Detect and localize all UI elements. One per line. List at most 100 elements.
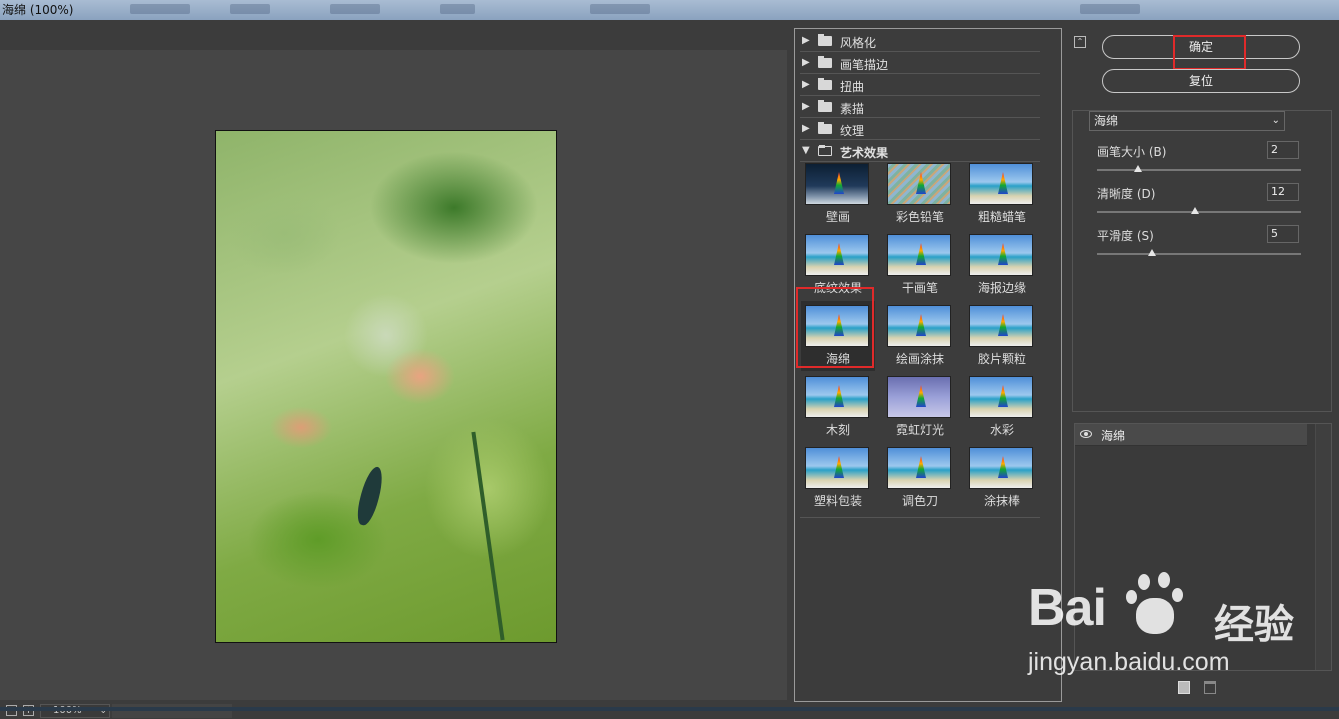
- reset-button-label: 复位: [1188, 74, 1213, 88]
- thumbnail-image: [887, 376, 951, 418]
- menu-blur: [330, 4, 380, 14]
- thumbnail-image: [887, 447, 951, 489]
- folder-icon: [818, 122, 832, 134]
- category-label: 纹理: [840, 124, 865, 138]
- category-label: 风格化: [840, 36, 877, 50]
- filter-thumb-cutout[interactable]: 木刻: [805, 376, 871, 438]
- folder-open-icon: [818, 145, 832, 156]
- thumbnail-image: [969, 234, 1033, 276]
- brush-size-slider[interactable]: [1097, 169, 1301, 171]
- menu-blur: [1080, 4, 1140, 14]
- filter-thumb-plastic-wrap[interactable]: 塑料包装: [805, 447, 871, 509]
- thumbnail-label: 粗糙蜡笔: [977, 210, 1026, 224]
- filter-thumb-fresco[interactable]: 壁画: [805, 163, 871, 225]
- triangle-down-icon: ▼: [802, 145, 810, 156]
- thumbnail-image: [969, 376, 1033, 418]
- category-label: 素描: [840, 102, 865, 116]
- filter-thumb-watercolor[interactable]: 水彩: [969, 376, 1035, 438]
- menu-blur: [130, 4, 190, 14]
- thumbnail-image: [969, 447, 1033, 489]
- triangle-right-icon: ▶: [802, 123, 810, 134]
- thumbnail-label: 调色刀: [901, 494, 938, 508]
- taskbar-strip: [0, 707, 1339, 711]
- category-texture[interactable]: ▶ 纹理: [800, 119, 1040, 140]
- filter-thumb-underpainting[interactable]: 底纹效果: [805, 234, 871, 296]
- category-label: 扭曲: [840, 80, 865, 94]
- settings-panel: ⌃ 确定 复位 海绵 ⌄ 画笔大小 (B) 2 清晰度 (D) 12 平滑度 (…: [1066, 28, 1339, 708]
- thumbnail-label: 彩色铅笔: [895, 210, 944, 224]
- thumbnail-image: [887, 163, 951, 205]
- preview-area[interactable]: [0, 50, 787, 700]
- filter-thumb-rough-pastels[interactable]: 粗糙蜡笔: [969, 163, 1035, 225]
- thumbnail-label: 绘画涂抹: [895, 352, 944, 366]
- category-sketch[interactable]: ▶ 素描: [800, 97, 1040, 118]
- brush-size-slider-handle[interactable]: [1133, 165, 1142, 172]
- thumbnail-image: [887, 305, 951, 347]
- filter-thumb-palette-knife[interactable]: 调色刀: [887, 447, 953, 509]
- eye-icon[interactable]: [1080, 430, 1092, 438]
- definition-value: 12: [1271, 185, 1285, 198]
- new-effect-layer-icon[interactable]: [1178, 681, 1190, 694]
- thumbnail-label: 海报边缘: [977, 281, 1026, 295]
- thumbnail-label: 干画笔: [901, 281, 938, 295]
- thumbnail-image: [969, 305, 1033, 347]
- thumbnail-label: 底纹效果: [813, 281, 862, 295]
- folder-icon: [818, 100, 832, 112]
- collapse-icon[interactable]: ⌃: [1074, 36, 1086, 48]
- folder-icon: [818, 56, 832, 68]
- smoothness-input[interactable]: 5: [1267, 225, 1299, 243]
- chevron-down-icon: ⌄: [1271, 115, 1280, 126]
- definition-slider[interactable]: [1097, 211, 1301, 213]
- thumbnail-label: 塑料包装: [813, 494, 862, 508]
- category-artistic[interactable]: ▼ 艺术效果: [800, 141, 1040, 162]
- filter-thumb-smudge-stick[interactable]: 涂抹棒: [969, 447, 1035, 509]
- preview-image: [215, 130, 557, 643]
- thumbnail-image: [805, 163, 869, 205]
- filter-thumb-neon-glow[interactable]: 霓虹灯光: [887, 376, 953, 438]
- category-label: 画笔描边: [840, 58, 889, 72]
- filter-thumb-film-grain[interactable]: 胶片颗粒: [969, 305, 1035, 367]
- menu-blur: [440, 4, 475, 14]
- filter-thumb-poster-edges[interactable]: 海报边缘: [969, 234, 1035, 296]
- thumbnail-image: [805, 447, 869, 489]
- folder-icon: [818, 34, 832, 46]
- effect-layer-label: 海绵: [1101, 429, 1126, 443]
- filter-list-panel: ▶ 风格化 ▶ 画笔描边 ▶ 扭曲 ▶ 素描 ▶ 纹理 ▼ 艺术效果 壁画 彩色…: [794, 28, 1062, 702]
- triangle-right-icon: ▶: [802, 57, 810, 68]
- smoothness-slider[interactable]: [1097, 253, 1301, 255]
- category-brush-strokes[interactable]: ▶ 画笔描边: [800, 53, 1040, 74]
- thumbnail-image: [805, 376, 869, 418]
- flower-bud: [353, 464, 387, 528]
- definition-slider-handle[interactable]: [1190, 207, 1199, 214]
- effect-layer-row[interactable]: 海绵: [1075, 424, 1307, 446]
- triangle-right-icon: ▶: [802, 35, 810, 46]
- thumbnail-label: 壁画: [825, 210, 850, 224]
- menu-blur: [230, 4, 270, 14]
- reset-button[interactable]: 复位: [1102, 69, 1300, 93]
- folder-icon: [818, 78, 832, 90]
- thumbnail-label: 霓虹灯光: [895, 423, 944, 437]
- definition-input[interactable]: 12: [1267, 183, 1299, 201]
- filter-select-value: 海绵: [1094, 114, 1119, 128]
- thumbnail-label: 海绵: [825, 352, 850, 366]
- filter-select[interactable]: 海绵 ⌄: [1089, 111, 1285, 131]
- filter-thumb-colored-pencil[interactable]: 彩色铅笔: [887, 163, 953, 225]
- filter-thumb-dry-brush[interactable]: 干画笔: [887, 234, 953, 296]
- brush-size-label: 画笔大小 (B): [1097, 145, 1167, 159]
- triangle-right-icon: ▶: [802, 101, 810, 112]
- effect-layers-list: 海绵: [1074, 423, 1332, 671]
- trash-icon[interactable]: [1204, 681, 1216, 694]
- divider: [800, 517, 1040, 518]
- filter-thumb-sponge[interactable]: 海绵: [801, 301, 875, 371]
- category-distort[interactable]: ▶ 扭曲: [800, 75, 1040, 96]
- category-stylize[interactable]: ▶ 风格化: [800, 31, 1040, 52]
- title-bar: 海绵 (100%): [0, 0, 1339, 20]
- thumbnail-label: 水彩: [989, 423, 1014, 437]
- scrollbar[interactable]: [1315, 424, 1331, 670]
- menu-blur: [590, 4, 650, 14]
- filter-thumb-paint-daubs[interactable]: 绘画涂抹: [887, 305, 953, 367]
- brush-size-input[interactable]: 2: [1267, 141, 1299, 159]
- ok-button[interactable]: 确定: [1102, 35, 1300, 59]
- smoothness-slider-handle[interactable]: [1148, 249, 1157, 256]
- category-label: 艺术效果: [840, 146, 889, 160]
